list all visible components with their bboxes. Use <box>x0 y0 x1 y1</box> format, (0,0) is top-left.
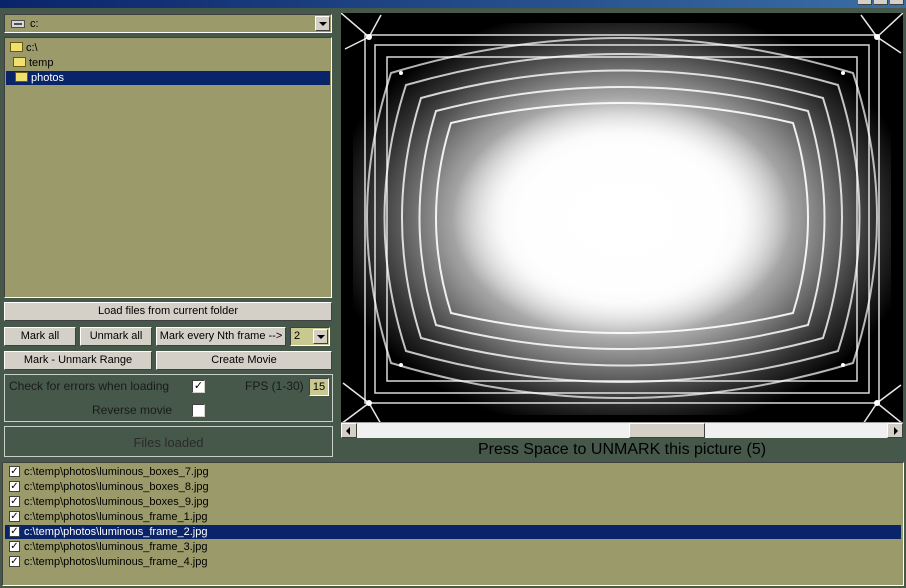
nth-frame-value: 2 <box>294 330 301 342</box>
drive-select[interactable]: c: <box>4 14 332 33</box>
file-row[interactable]: ✓ c:\temp\photos\luminous_boxes_8.jpg <box>5 480 901 494</box>
check-errors-label: Check for errors when loading <box>9 379 170 393</box>
file-path: c:\temp\photos\luminous_frame_3.jpg <box>24 541 208 553</box>
unmark-prompt: Press Space to UNMARK this picture (5) <box>477 441 767 458</box>
reverse-movie-label: Reverse movie <box>92 403 173 417</box>
maximize-button[interactable] <box>874 0 888 5</box>
file-checkbox[interactable]: ✓ <box>9 540 20 552</box>
tree-item-temp[interactable]: temp <box>13 56 53 70</box>
folder-open-icon <box>10 42 23 53</box>
scroll-right-icon[interactable] <box>887 423 903 438</box>
preview-scrollbar[interactable] <box>341 422 903 438</box>
drive-select-value: c: <box>30 18 39 30</box>
status-text: Files loaded <box>133 435 204 450</box>
mark-all-button[interactable]: Mark all <box>4 327 76 346</box>
file-checkbox[interactable]: ✓ <box>9 480 20 492</box>
folder-open-icon <box>15 72 28 83</box>
file-row-selected[interactable]: ✓ c:\temp\photos\luminous_frame_2.jpg <box>5 525 901 539</box>
reverse-movie-checkbox[interactable] <box>192 404 205 417</box>
file-path: c:\temp\photos\luminous_boxes_8.jpg <box>24 481 209 493</box>
file-path: c:\temp\photos\luminous_boxes_9.jpg <box>24 496 209 508</box>
tree-item-label: temp <box>29 57 54 69</box>
file-row[interactable]: ✓ c:\temp\photos\luminous_frame_1.jpg <box>5 510 901 524</box>
preview-image <box>341 13 903 424</box>
fps-label: FPS (1-30) <box>245 379 304 393</box>
file-list[interactable]: ✓ c:\temp\photos\luminous_boxes_7.jpg ✓ c:… <box>2 462 904 586</box>
folder-tree[interactable]: c:\ temp photos <box>4 37 332 298</box>
title-bar <box>0 0 906 8</box>
tree-item-root[interactable]: c:\ <box>10 41 38 55</box>
chevron-down-icon[interactable] <box>315 16 330 31</box>
scrollbar-thumb[interactable] <box>629 423 706 438</box>
drive-icon <box>11 20 25 28</box>
mark-every-nth-button[interactable]: Mark every Nth frame --> <box>156 327 286 346</box>
fps-input[interactable]: 15 <box>309 378 329 396</box>
file-row[interactable]: ✓ c:\temp\photos\luminous_frame_3.jpg <box>5 540 901 554</box>
chevron-down-icon[interactable] <box>313 329 328 344</box>
nth-frame-select[interactable]: 2 <box>290 327 330 346</box>
folder-open-icon <box>13 57 26 68</box>
unmark-all-button[interactable]: Unmark all <box>80 327 152 346</box>
file-row[interactable]: ✓ c:\temp\photos\luminous_frame_4.jpg <box>5 555 901 569</box>
file-path: c:\temp\photos\luminous_frame_1.jpg <box>24 511 208 523</box>
file-row[interactable]: ✓ c:\temp\photos\luminous_boxes_9.jpg <box>5 495 901 509</box>
status-panel: Files loaded <box>4 426 333 457</box>
file-checkbox[interactable]: ✓ <box>9 555 20 567</box>
file-checkbox[interactable]: ✓ <box>9 525 20 537</box>
close-button[interactable] <box>890 0 904 5</box>
file-checkbox[interactable]: ✓ <box>9 465 20 477</box>
create-movie-button[interactable]: Create Movie <box>156 351 332 370</box>
load-files-button[interactable]: Load files from current folder <box>4 302 332 321</box>
file-path: c:\temp\photos\luminous_boxes_7.jpg <box>24 466 209 478</box>
file-path: c:\temp\photos\luminous_frame_4.jpg <box>24 556 208 568</box>
luminous-frame-picture <box>341 13 903 424</box>
scroll-left-icon[interactable] <box>341 423 357 438</box>
tree-item-label: photos <box>31 72 65 84</box>
file-path: c:\temp\photos\luminous_frame_2.jpg <box>24 526 208 538</box>
tree-item-label: c:\ <box>26 42 38 54</box>
minimize-button[interactable] <box>858 0 872 5</box>
mark-unmark-range-button[interactable]: Mark - Unmark Range <box>4 351 152 370</box>
tree-item-photos[interactable]: photos <box>6 71 330 85</box>
options-panel: Check for errors when loading ✓ FPS (1-3… <box>4 374 333 422</box>
check-errors-checkbox[interactable]: ✓ <box>192 380 205 393</box>
file-checkbox[interactable]: ✓ <box>9 510 20 522</box>
file-row[interactable]: ✓ c:\temp\photos\luminous_boxes_7.jpg <box>5 465 901 479</box>
file-checkbox[interactable]: ✓ <box>9 495 20 507</box>
